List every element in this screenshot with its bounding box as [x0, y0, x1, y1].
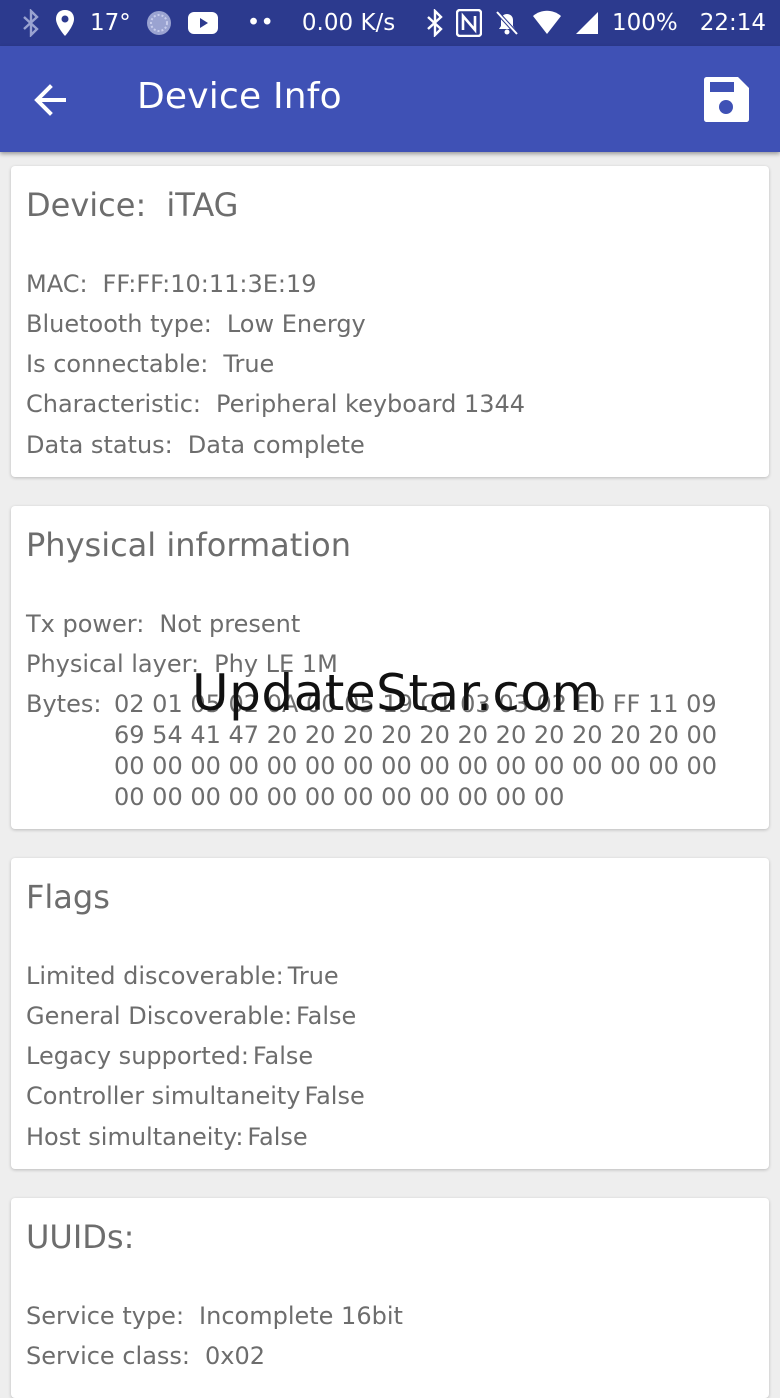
app-bar: Device Info — [0, 46, 780, 152]
page-title: Device Info — [137, 76, 342, 117]
bytes-row: Bytes: 02 01 05 02 0A 00 05 19 C1 03 03 … — [26, 689, 754, 819]
save-button[interactable] — [700, 74, 752, 126]
row-label: MAC: — [26, 270, 88, 298]
nfc-icon — [455, 9, 482, 37]
cell-signal-icon — [574, 10, 600, 36]
arrow-back-icon — [34, 84, 66, 116]
row-label: Legacy supported: — [26, 1042, 249, 1070]
device-title: Device: iTAG — [26, 186, 238, 224]
save-icon — [704, 77, 749, 122]
flag-row: Limited discoverable: True — [26, 961, 339, 991]
row-value: Low Energy — [226, 310, 366, 338]
device-title-label: Device: — [26, 186, 147, 224]
service-class-row: Service class: 0x02 — [26, 1341, 265, 1371]
physical-info-card: Physical information Tx power: Not presen… — [11, 506, 769, 829]
back-button[interactable] — [30, 80, 76, 120]
uuids-title: UUIDs: — [26, 1218, 135, 1256]
physical-info-title: Physical information — [26, 526, 352, 564]
physical-layer-row: Physical layer: Phy LE 1M — [26, 649, 338, 679]
row-label: General Discoverable: — [26, 1002, 293, 1030]
row-label: Controller simultaneity — [26, 1082, 301, 1110]
row-value: Incomplete 16bit — [199, 1302, 403, 1330]
characteristic-row: Characteristic: Peripheral keyboard 1344 — [26, 389, 525, 419]
row-label: Service type: — [26, 1302, 185, 1330]
data-status-row: Data status: Data complete — [26, 430, 365, 460]
flag-row: General Discoverable: False — [26, 1001, 356, 1031]
row-label: Bluetooth type: — [26, 310, 212, 338]
notifications-off-icon — [494, 9, 520, 37]
clock-text: 22:14 — [699, 10, 766, 36]
row-label: Service class: — [26, 1342, 190, 1370]
row-value: True — [223, 350, 275, 378]
bluetooth-type-row: Bluetooth type: Low Energy — [26, 309, 366, 339]
bytes-value: 02 01 05 02 0A 00 05 19 C1 03 03 02 E0 F… — [114, 690, 718, 811]
bytes-label: Bytes: — [26, 690, 102, 718]
row-value: False — [252, 1042, 314, 1070]
row-value: Not present — [159, 610, 301, 638]
temperature-text: 17° — [90, 10, 131, 36]
row-value: Peripheral keyboard 1344 — [216, 390, 526, 418]
connectable-row: Is connectable: True — [26, 349, 274, 379]
bluetooth-icon — [22, 9, 40, 37]
row-label: Is connectable: — [26, 350, 209, 378]
row-label: Tx power: — [26, 610, 145, 638]
row-value: Phy LE 1M — [214, 650, 338, 678]
row-label: Host simultaneity: — [26, 1123, 244, 1151]
row-value: False — [247, 1123, 308, 1151]
more-notifications-dots: •• — [246, 10, 274, 36]
battery-percent-text: 100% — [611, 10, 678, 36]
device-card: Device: iTAG MAC: FF:FF:10:11:3E:19 Bluet… — [11, 166, 769, 477]
status-bar: 17° •• 0.00 K/s 100% 22:14 — [0, 0, 780, 46]
flags-card: Flags Limited discoverable: True General … — [11, 858, 769, 1169]
row-value: Data complete — [187, 431, 365, 459]
wifi-icon — [532, 10, 562, 36]
bluetooth-icon — [426, 9, 444, 37]
mac-row: MAC: FF:FF:10:11:3E:19 — [26, 269, 317, 299]
network-speed-text: 0.00 K/s — [301, 10, 396, 36]
tx-power-row: Tx power: Not present — [26, 609, 300, 639]
service-type-row: Service type: Incomplete 16bit — [26, 1301, 403, 1331]
location-pin-icon — [54, 9, 76, 37]
row-label: Characteristic: — [26, 390, 202, 418]
flags-title: Flags — [26, 878, 110, 916]
row-value: True — [287, 962, 339, 990]
uuids-card: UUIDs: Service type: Incomplete 16bit Ser… — [11, 1198, 769, 1398]
row-value: 0x02 — [205, 1342, 266, 1370]
flag-row: Host simultaneity: False — [26, 1122, 308, 1152]
row-label: Physical layer: — [26, 650, 200, 678]
row-value: False — [304, 1082, 365, 1110]
device-name: iTAG — [166, 186, 239, 224]
flag-row: Controller simultaneity False — [26, 1081, 365, 1111]
row-value: FF:FF:10:11:3E:19 — [102, 270, 317, 298]
weather-globe-icon — [145, 9, 173, 37]
row-label: Data status: — [26, 431, 173, 459]
flag-row: Legacy supported: False — [26, 1041, 313, 1071]
row-label: Limited discoverable: — [26, 962, 284, 990]
youtube-icon — [187, 11, 219, 35]
row-value: False — [296, 1002, 357, 1030]
